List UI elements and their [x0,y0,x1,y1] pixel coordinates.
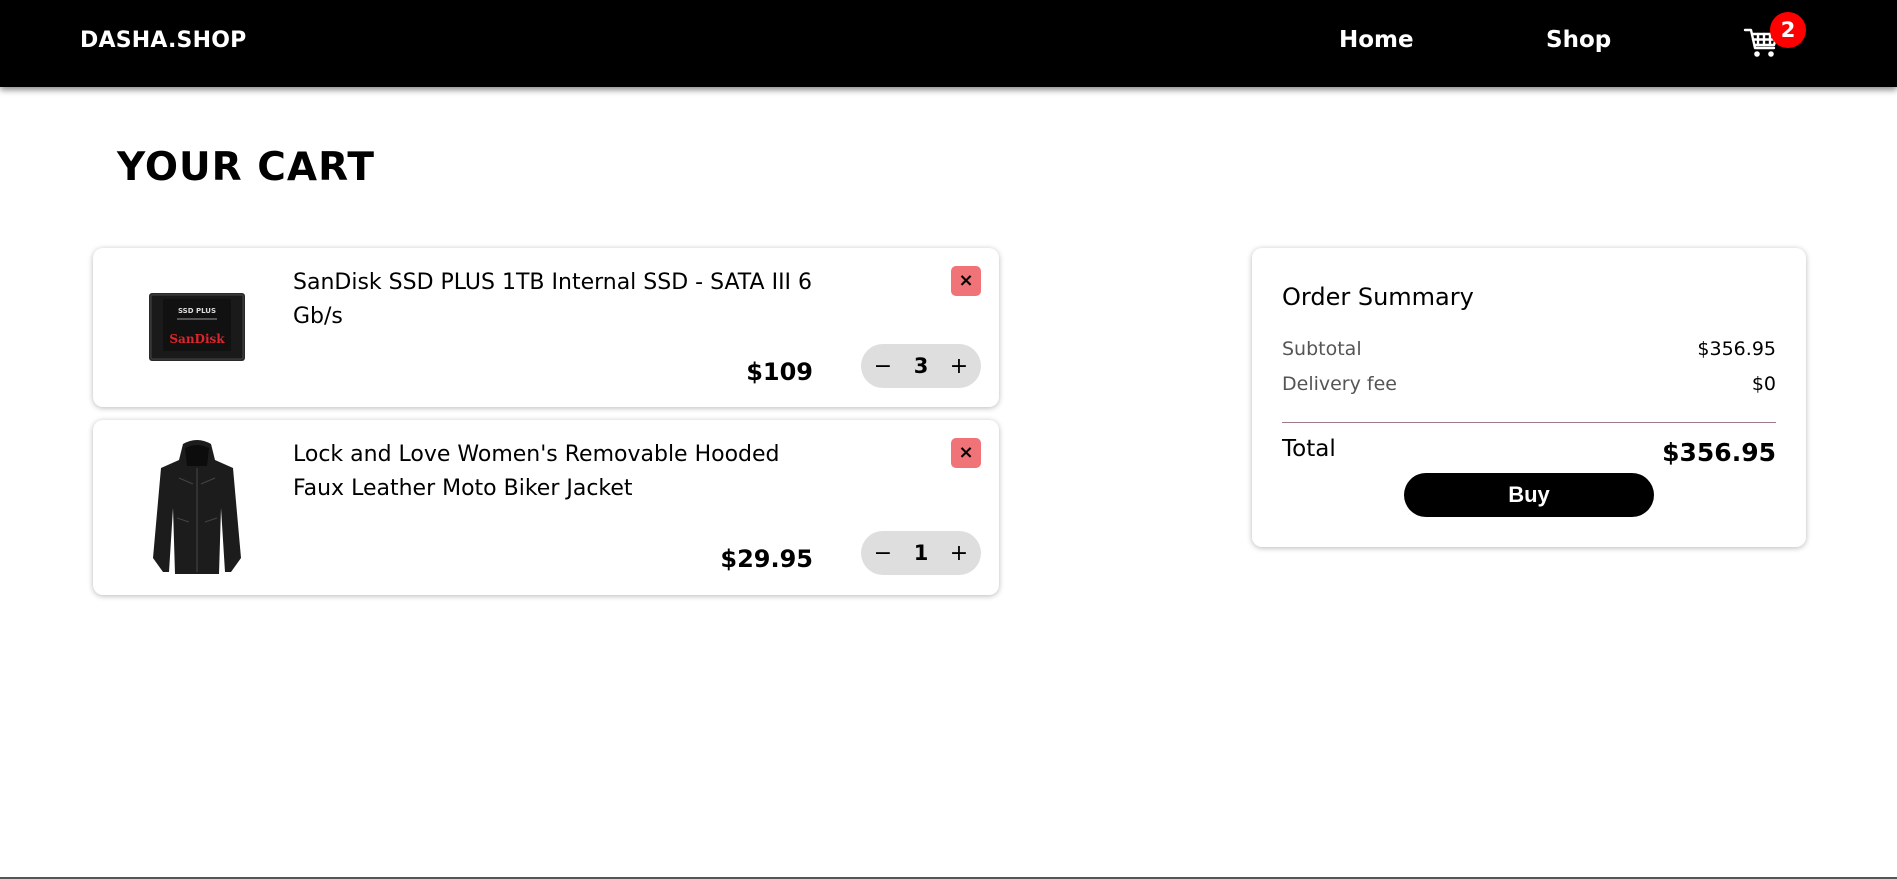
summary-title: Order Summary [1282,283,1474,311]
page-title: YOUR CART [117,145,375,190]
item-price: $29.95 [720,545,813,573]
item-price: $109 [746,358,813,386]
item-title[interactable]: SanDisk SSD PLUS 1TB Internal SSD - SATA… [293,266,833,334]
quantity-value: 3 [913,354,929,378]
delivery-fee-value: $0 [1751,373,1776,395]
svg-text:SSD PLUS: SSD PLUS [178,307,216,315]
top-navbar: DASHA.SHOP Home Shop 2 [0,0,1897,87]
decrease-quantity-button[interactable]: − [873,541,893,566]
increase-quantity-button[interactable]: + [949,354,969,379]
subtotal-value: $356.95 [1697,338,1776,360]
ssd-image[interactable]: SSD PLUS SanDisk [149,293,245,361]
subtotal-label: Subtotal [1282,338,1362,360]
delivery-fee-label: Delivery fee [1282,373,1397,395]
total-row: Total $356.95 [1282,428,1776,467]
remove-item-button[interactable]: × [951,438,981,468]
nav-shop-link[interactable]: Shop [1546,27,1611,53]
order-summary: Order Summary Subtotal $356.95 Delivery … [1252,248,1806,547]
buy-button[interactable]: Buy [1404,473,1654,517]
total-value: $356.95 [1662,438,1776,467]
remove-item-button[interactable]: × [951,266,981,296]
decrease-quantity-button[interactable]: − [873,354,893,379]
item-title[interactable]: Lock and Love Women's Removable Hooded F… [293,438,833,506]
jacket-image[interactable] [149,438,245,578]
cart-count-badge: 2 [1770,12,1806,48]
jacket-image-graphic [153,440,241,574]
increase-quantity-button[interactable]: + [949,541,969,566]
total-label: Total [1282,436,1336,462]
quantity-value: 1 [913,541,929,565]
quantity-stepper: − 1 + [861,531,981,575]
nav-home-link[interactable]: Home [1339,27,1414,53]
cart-item: Lock and Love Women's Removable Hooded F… [93,420,999,595]
subtotal-row: Subtotal $356.95 [1282,338,1776,360]
cart-item: SSD PLUS SanDisk SanDisk SSD PLUS 1TB In… [93,248,999,407]
delivery-fee-row: Delivery fee $0 [1282,373,1776,395]
brand-logo[interactable]: DASHA.SHOP [80,28,246,53]
svg-text:SanDisk: SanDisk [169,332,225,346]
summary-divider [1282,422,1776,423]
quantity-stepper: − 3 + [861,344,981,388]
ssd-image-graphic: SSD PLUS SanDisk [149,293,245,361]
